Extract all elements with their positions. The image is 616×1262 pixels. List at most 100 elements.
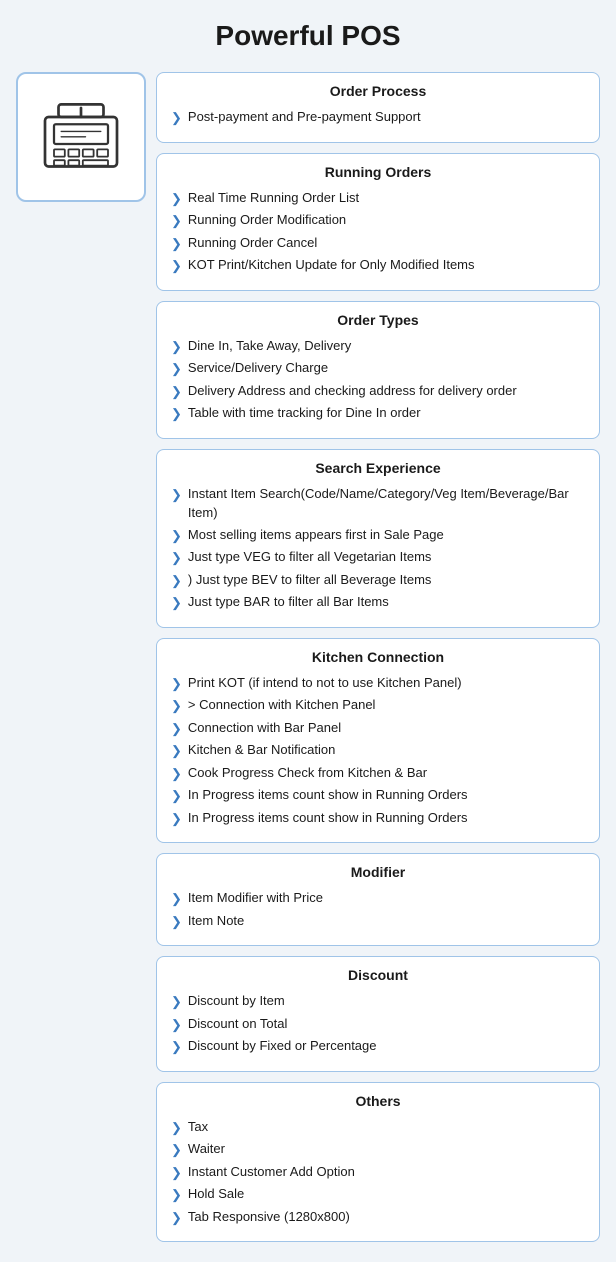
chevron-right-icon: ❯ [171,992,182,1012]
chevron-right-icon: ❯ [171,889,182,909]
section-title-others: Others [171,1093,585,1109]
chevron-right-icon: ❯ [171,1208,182,1228]
list-item: ❯Post-payment and Pre-payment Support [171,107,585,128]
chevron-right-icon: ❯ [171,593,182,613]
section-title-order-types: Order Types [171,312,585,328]
list-item: ❯ Item Note [171,911,585,932]
list-item: ❯ Tab Responsive (1280x800) [171,1207,585,1228]
list-item-text: Delivery Address and checking address fo… [188,381,517,401]
list-item-text: Running Order Cancel [188,233,317,253]
pos-icon-box [16,72,146,202]
list-item: ❯ Running Order Modification [171,210,585,231]
list-item-text: Tab Responsive (1280x800) [188,1207,350,1227]
chevron-right-icon: ❯ [171,912,182,932]
list-item-text: Item Note [188,911,244,931]
list-item-text: Discount by Fixed or Percentage [188,1036,377,1056]
list-item: ❯ Running Order Cancel [171,233,585,254]
list-item: ❯ In Progress items count show in Running… [171,785,585,806]
list-item-text: Dine In, Take Away, Delivery [188,336,351,356]
section-title-running-orders: Running Orders [171,164,585,180]
section-search-experience: Search Experience❯Instant Item Search(Co… [156,449,600,628]
chevron-right-icon: ❯ [171,234,182,254]
chevron-right-icon: ❯ [171,548,182,568]
page-title: Powerful POS [16,20,600,52]
section-discount: Discount ❯ Discount by Item ❯ Discount on To… [156,956,600,1072]
list-item-text: Table with time tracking for Dine In ord… [188,403,421,423]
list-item: ❯ Discount by Item [171,991,585,1012]
list-item-text: Tax [188,1117,208,1137]
chevron-right-icon: ❯ [171,404,182,424]
list-item: ❯Cook Progress Check from Kitchen & Bar [171,763,585,784]
chevron-right-icon: ❯ [171,189,182,209]
chevron-right-icon: ❯ [171,741,182,761]
section-modifier: Modifier ❯ Item Modifier with Price ❯ Item N… [156,853,600,946]
list-item-text: Service/Delivery Charge [188,358,328,378]
list-item: ❯ Item Modifier with Price [171,888,585,909]
sections-container: Order Process ❯Post-payment and Pre-payme… [156,72,600,1242]
list-item: ❯ In Progress items count show in Running… [171,808,585,829]
list-item-text: > Connection with Kitchen Panel [188,695,376,715]
list-item: ❯ ) Just type BEV to filter all Beverage … [171,570,585,591]
section-others: Others ❯ Tax ❯ Waiter ❯ Instant Customer Add O… [156,1082,600,1243]
chevron-right-icon: ❯ [171,337,182,357]
list-item-text: Real Time Running Order List [188,188,359,208]
chevron-right-icon: ❯ [171,1140,182,1160]
list-item: ❯ Tax [171,1117,585,1138]
list-item-text: Item Modifier with Price [188,888,323,908]
section-title-search-experience: Search Experience [171,460,585,476]
list-item-text: Discount by Item [188,991,285,1011]
list-item-text: Print KOT (if intend to not to use Kitch… [188,673,462,693]
list-item-text: Connection with Bar Panel [188,718,341,738]
chevron-right-icon: ❯ [171,382,182,402]
chevron-right-icon: ❯ [171,674,182,694]
list-item: ❯ Hold Sale [171,1184,585,1205]
section-title-discount: Discount [171,967,585,983]
list-item: ❯ Table with time tracking for Dine In or… [171,403,585,424]
chevron-right-icon: ❯ [171,1185,182,1205]
list-item: ❯ Instant Customer Add Option [171,1162,585,1183]
list-item-text: In Progress items count show in Running … [188,785,468,805]
chevron-right-icon: ❯ [171,108,182,128]
chevron-right-icon: ❯ [171,1037,182,1057]
pos-register-icon [36,90,126,185]
section-running-orders: Running Orders ❯ Real Time Running Order L… [156,153,600,291]
chevron-right-icon: ❯ [171,211,182,231]
list-item-text: Kitchen & Bar Notification [188,740,335,760]
chevron-right-icon: ❯ [171,1163,182,1183]
list-item: ❯Just type VEG to filter all Vegetarian … [171,547,585,568]
list-item: ❯ Dine In, Take Away, Delivery [171,336,585,357]
list-item-text: Waiter [188,1139,225,1159]
list-item-text: Just type BAR to filter all Bar Items [188,592,389,612]
list-item-text: Instant Item Search(Code/Name/Category/V… [188,484,585,523]
section-title-modifier: Modifier [171,864,585,880]
chevron-right-icon: ❯ [171,719,182,739]
chevron-right-icon: ❯ [171,526,182,546]
chevron-right-icon: ❯ [171,696,182,716]
section-order-types: Order Types ❯ Dine In, Take Away, Delivery… [156,301,600,439]
list-item: ❯ Waiter [171,1139,585,1160]
list-item: ❯Most selling items appears first in Sal… [171,525,585,546]
list-item: ❯Service/Delivery Charge [171,358,585,379]
chevron-right-icon: ❯ [171,809,182,829]
chevron-right-icon: ❯ [171,1015,182,1035]
list-item-text: KOT Print/Kitchen Update for Only Modifi… [188,255,475,275]
chevron-right-icon: ❯ [171,786,182,806]
chevron-right-icon: ❯ [171,571,182,591]
list-item-text: Hold Sale [188,1184,244,1204]
list-item-text: Discount on Total [188,1014,288,1034]
list-item: ❯ > Connection with Kitchen Panel [171,695,585,716]
list-item: ❯ Discount on Total [171,1014,585,1035]
list-item-text: Running Order Modification [188,210,346,230]
section-title-order-process: Order Process [171,83,585,99]
section-kitchen-connection: Kitchen Connection❯Print KOT (if intend … [156,638,600,844]
list-item-text: Cook Progress Check from Kitchen & Bar [188,763,427,783]
list-item-text: Instant Customer Add Option [188,1162,355,1182]
list-item: ❯ Kitchen & Bar Notification [171,740,585,761]
list-item-text: In Progress items count show in Running … [188,808,468,828]
list-item: ❯ Real Time Running Order List [171,188,585,209]
list-item-text: ) Just type BEV to filter all Beverage I… [188,570,432,590]
chevron-right-icon: ❯ [171,1118,182,1138]
chevron-right-icon: ❯ [171,256,182,276]
list-item: ❯ Delivery Address and checking address f… [171,381,585,402]
list-item: ❯Instant Item Search(Code/Name/Category/… [171,484,585,523]
